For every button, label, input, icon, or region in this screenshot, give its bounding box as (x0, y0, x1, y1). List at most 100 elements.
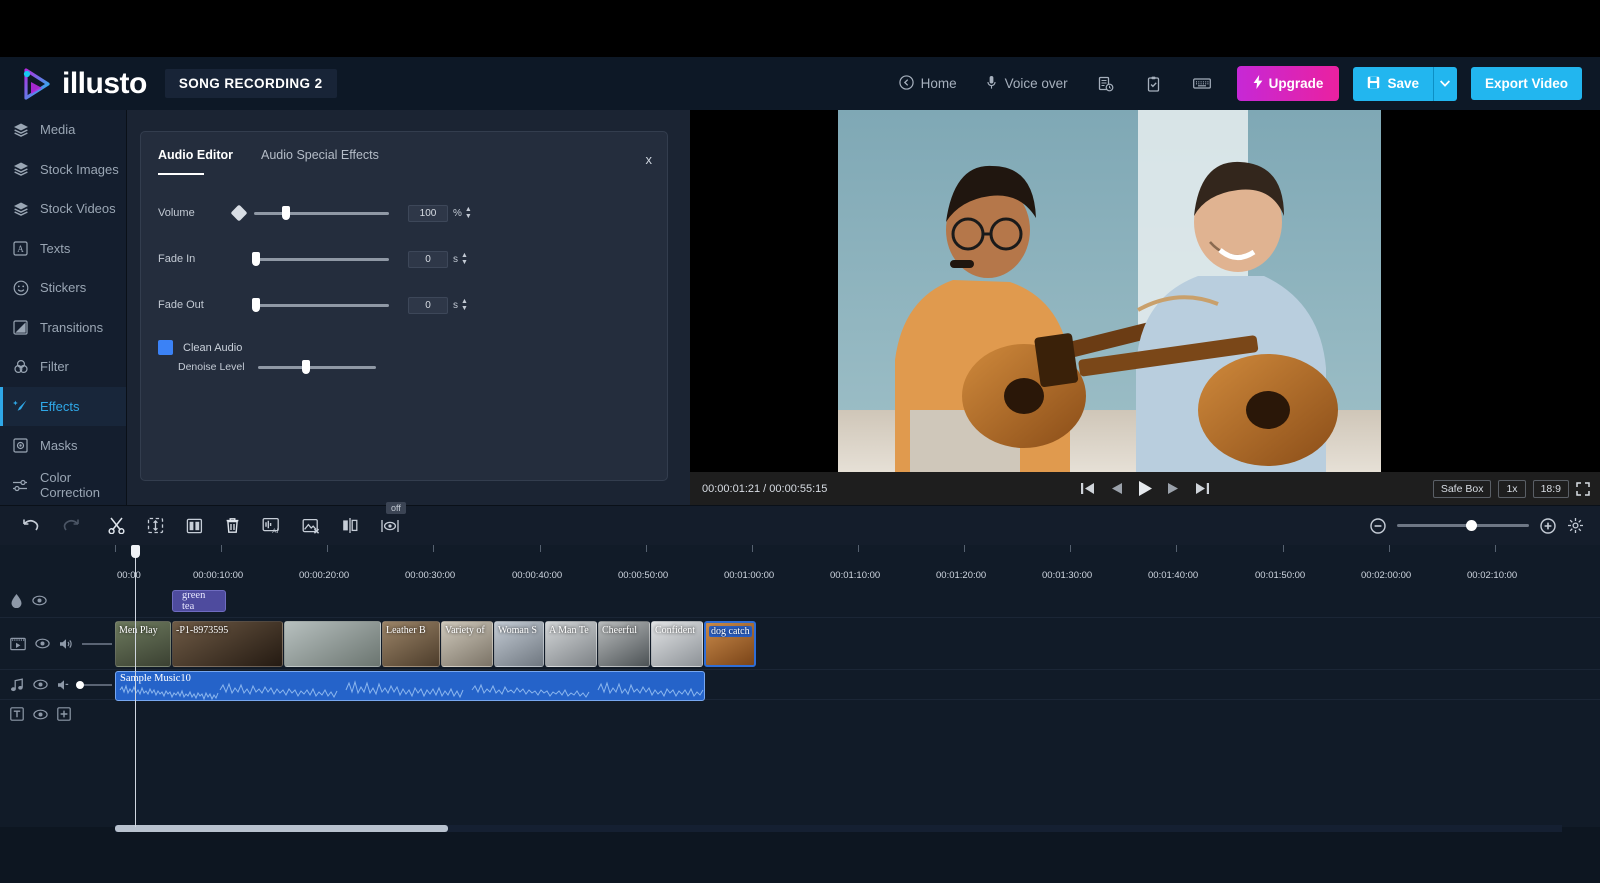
volume-slider-thumb[interactable] (282, 205, 290, 220)
fade-in-slider-thumb[interactable] (252, 251, 260, 266)
play-icon[interactable] (1137, 480, 1153, 497)
tab-audio-editor[interactable]: Audio Editor (158, 148, 233, 175)
notes-clock-icon[interactable] (1082, 76, 1130, 92)
video-clip-selected[interactable]: dog catch (704, 621, 756, 667)
fade-out-value-input[interactable]: 0 (408, 296, 448, 314)
sidebar-item-filter[interactable]: Filter (0, 347, 126, 387)
step-forward-icon[interactable] (1167, 482, 1181, 495)
zoom-in-icon[interactable] (1540, 517, 1556, 534)
playback-speed-button[interactable]: 1x (1498, 479, 1526, 498)
aspect-ratio-button[interactable]: 18:9 (1532, 479, 1569, 498)
duplicate-icon[interactable] (186, 518, 203, 534)
denoise-level-slider-thumb[interactable] (302, 359, 310, 374)
mirror-icon[interactable] (342, 517, 358, 534)
video-stage[interactable] (690, 110, 1600, 472)
crop-icon[interactable] (147, 517, 164, 534)
video-clip[interactable]: A Man Te (545, 621, 597, 667)
timeline-ruler[interactable]: 00:00 00:00:10:00 00:00:20:00 00:00:30:0… (0, 545, 1600, 584)
eye-icon[interactable] (35, 638, 50, 649)
video-clip[interactable]: Men Play (115, 621, 171, 667)
sidebar-item-stock-videos[interactable]: Stock Videos (0, 189, 126, 229)
preview-toggle-eye-icon[interactable]: off (380, 501, 406, 534)
video-clip[interactable]: Confident (651, 621, 703, 667)
stepper-down-icon[interactable]: ▼ (461, 259, 468, 266)
ai-audio-icon[interactable]: AI (262, 517, 280, 534)
audio-track-volume-slider[interactable] (76, 680, 112, 689)
project-title[interactable]: SONG RECORDING 2 (164, 69, 337, 98)
voice-over-button[interactable]: Voice over (971, 75, 1082, 93)
fade-in-stepper[interactable]: ▲ ▼ (461, 252, 468, 266)
fade-out-stepper[interactable]: ▲ ▼ (461, 298, 468, 312)
sidebar-item-stock-images[interactable]: Stock Images (0, 150, 126, 190)
video-clip[interactable]: Woman S (494, 621, 544, 667)
audio-clip[interactable]: Sample Music10 (115, 671, 705, 701)
fit-timeline-icon[interactable] (1567, 517, 1584, 534)
sidebar-item-effects[interactable]: Effects (0, 386, 126, 426)
fade-in-slider[interactable] (252, 251, 389, 266)
fade-out-slider[interactable] (252, 297, 389, 312)
undo-icon[interactable] (22, 518, 40, 533)
fullscreen-icon[interactable] (1576, 481, 1590, 496)
music-note-icon[interactable] (10, 677, 24, 692)
volume-muted-icon[interactable] (57, 679, 69, 691)
skip-end-icon[interactable] (1195, 482, 1210, 495)
audio-track-volume-thumb[interactable] (76, 680, 84, 689)
safe-box-button[interactable]: Safe Box (1432, 479, 1492, 498)
video-track-volume-slider[interactable] (82, 639, 124, 648)
fade-out-slider-thumb[interactable] (252, 297, 260, 312)
timeline-zoom-thumb[interactable] (1466, 520, 1477, 531)
droplet-icon[interactable] (10, 593, 23, 608)
stepper-down-icon[interactable]: ▼ (465, 213, 472, 220)
skip-start-icon[interactable] (1080, 482, 1095, 495)
fade-in-value-input[interactable]: 0 (408, 250, 448, 268)
sidebar-item-transitions[interactable]: Transitions (0, 308, 126, 348)
video-clip[interactable] (284, 621, 381, 667)
keyboard-icon[interactable] (1177, 77, 1227, 90)
clipboard-check-icon[interactable] (1130, 76, 1177, 92)
stepper-up-icon[interactable]: ▲ (461, 298, 468, 305)
upgrade-button[interactable]: Upgrade (1236, 66, 1340, 101)
volume-value-input[interactable]: 100 (408, 204, 448, 222)
stepper-up-icon[interactable]: ▲ (465, 206, 472, 213)
volume-stepper[interactable]: ▲ ▼ (465, 206, 472, 220)
home-button[interactable]: Home (885, 74, 971, 93)
tab-audio-special-effects[interactable]: Audio Special Effects (261, 148, 379, 162)
video-clip[interactable]: Cheerful (598, 621, 650, 667)
volume-on-icon[interactable] (59, 638, 73, 650)
volume-keyframe-diamond-icon[interactable] (230, 204, 248, 222)
export-video-button[interactable]: Export Video (1470, 67, 1582, 100)
stepper-up-icon[interactable]: ▲ (461, 252, 468, 259)
sidebar-item-masks[interactable]: Masks (0, 426, 126, 466)
video-clip[interactable]: Variety of (441, 621, 493, 667)
film-icon[interactable] (10, 637, 26, 651)
eye-icon[interactable] (32, 595, 47, 606)
close-icon[interactable]: x (646, 152, 653, 167)
save-button[interactable]: Save (1353, 66, 1433, 101)
timeline-hscrollbar-thumb[interactable] (115, 825, 448, 832)
save-dropdown-caret[interactable] (1432, 66, 1457, 101)
sticker-clip-green-tea[interactable]: green tea (172, 590, 226, 612)
plus-icon[interactable] (57, 707, 71, 721)
eye-icon[interactable] (33, 679, 48, 690)
zoom-out-icon[interactable] (1370, 517, 1386, 534)
clean-audio-checkbox[interactable] (158, 340, 173, 355)
video-clip[interactable]: -P1-8973595 (172, 621, 283, 667)
denoise-level-slider[interactable] (258, 359, 376, 374)
scissors-icon[interactable] (108, 517, 125, 534)
text-t-icon[interactable] (10, 707, 24, 721)
sidebar-item-color-correction[interactable]: Color Correction (0, 466, 126, 506)
sidebar-item-media[interactable]: Media (0, 110, 126, 150)
redo-icon[interactable] (62, 518, 80, 533)
timeline-playhead[interactable] (131, 545, 140, 827)
playhead-handle[interactable] (131, 545, 140, 558)
sidebar-item-stickers[interactable]: Stickers (0, 268, 126, 308)
sidebar-item-texts[interactable]: A Texts (0, 229, 126, 269)
volume-slider[interactable] (254, 205, 389, 220)
timeline-zoom-slider[interactable] (1397, 520, 1529, 531)
app-logo[interactable]: illusto (18, 64, 147, 104)
stepper-down-icon[interactable]: ▼ (461, 305, 468, 312)
eye-icon[interactable] (33, 709, 48, 720)
step-back-icon[interactable] (1109, 482, 1123, 495)
trash-icon[interactable] (225, 517, 240, 534)
image-remove-icon[interactable] (302, 518, 320, 534)
